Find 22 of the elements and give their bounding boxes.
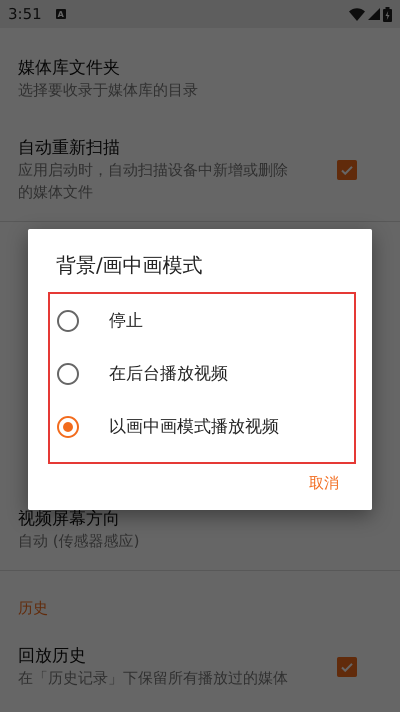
setting-title[interactable]: 媒体库文件夹: [18, 57, 342, 79]
notification-icon: A: [56, 9, 66, 19]
battery-charging-icon: [383, 6, 392, 22]
option-label[interactable]: 在后台播放视频: [109, 362, 228, 385]
status-time: 3:51: [8, 5, 42, 23]
checkbox[interactable]: [337, 657, 357, 677]
dialog-title: 背景/画中画模式: [55, 252, 204, 279]
signal-icon: [368, 8, 380, 20]
setting-title[interactable]: 回放历史: [18, 645, 297, 667]
cancel-button[interactable]: 取消: [300, 472, 348, 495]
radio-button[interactable]: [57, 416, 79, 438]
wifi-icon: [349, 8, 365, 20]
section-header: 历史: [17, 598, 49, 619]
radio-button[interactable]: [57, 310, 79, 332]
option-label[interactable]: 以画中画模式播放视频: [109, 415, 279, 438]
option-label[interactable]: 停止: [109, 309, 143, 332]
setting-title[interactable]: 自动重新扫描: [18, 137, 297, 159]
check-icon: [340, 660, 354, 674]
setting-title[interactable]: 视频屏幕方向: [18, 508, 342, 530]
radio-button[interactable]: [57, 362, 79, 384]
check-icon: [340, 163, 354, 177]
checkbox[interactable]: [337, 160, 357, 180]
